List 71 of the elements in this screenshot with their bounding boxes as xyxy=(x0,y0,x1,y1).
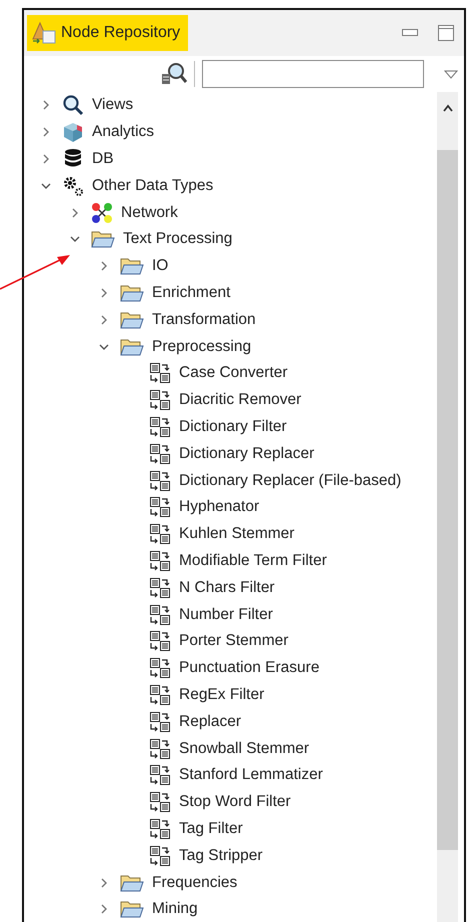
dropdown-icon[interactable] xyxy=(444,70,458,78)
tree-item[interactable]: Transformation xyxy=(152,310,256,329)
gears-icon xyxy=(62,174,84,197)
folder-icon xyxy=(120,899,144,920)
tree-item[interactable]: Kuhlen Stemmer xyxy=(179,525,294,544)
document-node-icon xyxy=(149,710,171,733)
tree-item[interactable]: Frequencies xyxy=(152,874,238,892)
document-node-icon xyxy=(149,791,171,814)
document-node-icon xyxy=(149,630,171,652)
tree-item[interactable]: Stop Word Filter xyxy=(179,793,291,812)
scroll-up-icon[interactable] xyxy=(442,104,454,112)
tree-item[interactable]: Analytics xyxy=(92,123,154,142)
tree-item[interactable]: Replacer xyxy=(179,712,242,731)
document-node-icon xyxy=(149,818,171,840)
magnifier-icon xyxy=(62,94,84,116)
document-node-icon xyxy=(149,764,171,786)
tree-item[interactable]: Text Processing xyxy=(123,230,232,248)
tree-item[interactable]: Number Filter xyxy=(179,606,273,624)
tree-item[interactable]: Tag Filter xyxy=(179,820,243,838)
tree-item[interactable]: DB xyxy=(92,150,114,168)
folder-icon xyxy=(91,229,115,250)
network-icon xyxy=(91,202,113,224)
minimize-icon[interactable] xyxy=(402,29,418,37)
document-node-icon xyxy=(149,657,171,680)
tree-item[interactable]: N Chars Filter xyxy=(179,578,275,597)
tree-item[interactable]: Hyphenator xyxy=(179,498,260,516)
scroll-thumb[interactable] xyxy=(437,150,458,850)
tree-item[interactable]: Mining xyxy=(152,900,198,918)
document-node-icon xyxy=(149,523,171,546)
annotation-arrow xyxy=(0,252,72,292)
folder-icon xyxy=(120,256,144,276)
node-triangle-icon xyxy=(31,21,57,45)
document-node-icon xyxy=(149,442,171,465)
tree-item[interactable]: Punctuation Erasure xyxy=(179,659,320,678)
folder-icon xyxy=(120,872,144,892)
document-node-icon xyxy=(149,844,171,867)
folder-icon xyxy=(120,310,144,330)
document-node-icon xyxy=(149,550,171,572)
document-node-icon xyxy=(149,496,171,518)
document-node-icon xyxy=(149,604,171,626)
search-field[interactable] xyxy=(202,60,424,88)
document-node-icon xyxy=(149,362,171,384)
panel-tab[interactable]: Node Repository xyxy=(27,15,188,51)
tree-item[interactable]: Stanford Lemmatizer xyxy=(179,766,323,784)
tree-item[interactable]: Dictionary Replacer xyxy=(179,444,314,463)
maximize-icon[interactable] xyxy=(438,25,454,41)
tree-item[interactable]: Tag Stripper xyxy=(179,846,263,865)
document-node-icon xyxy=(149,470,171,492)
scrollbar[interactable] xyxy=(437,92,458,922)
document-node-icon xyxy=(149,416,171,438)
document-node-icon xyxy=(149,738,171,760)
folder-icon xyxy=(120,282,144,303)
tree-item[interactable]: Snowball Stemmer xyxy=(179,740,310,758)
tree-item[interactable]: RegEx Filter xyxy=(179,686,264,704)
cube-icon xyxy=(62,121,84,144)
document-node-icon xyxy=(149,684,171,706)
tree-item[interactable]: Network xyxy=(121,204,178,222)
tree-item[interactable]: Dictionary Replacer (File-based) xyxy=(179,472,402,490)
tree-item[interactable]: Preprocessing xyxy=(152,338,252,356)
tree-item[interactable]: Case Converter xyxy=(179,364,288,382)
tree-item[interactable]: Porter Stemmer xyxy=(179,632,288,650)
tree-item[interactable]: Other Data Types xyxy=(92,176,214,195)
tree-item[interactable]: Diacritic Remover xyxy=(179,391,302,410)
tree-item[interactable]: Modifiable Term Filter xyxy=(179,552,327,570)
tree-item[interactable]: IO xyxy=(152,257,168,276)
document-node-icon xyxy=(149,389,171,412)
folder-icon xyxy=(120,336,144,357)
tree-item[interactable]: Views xyxy=(92,96,134,114)
tree-item[interactable]: Enrichment xyxy=(152,284,230,302)
document-node-icon xyxy=(149,576,171,599)
tree-item[interactable]: Dictionary Filter xyxy=(179,418,287,436)
